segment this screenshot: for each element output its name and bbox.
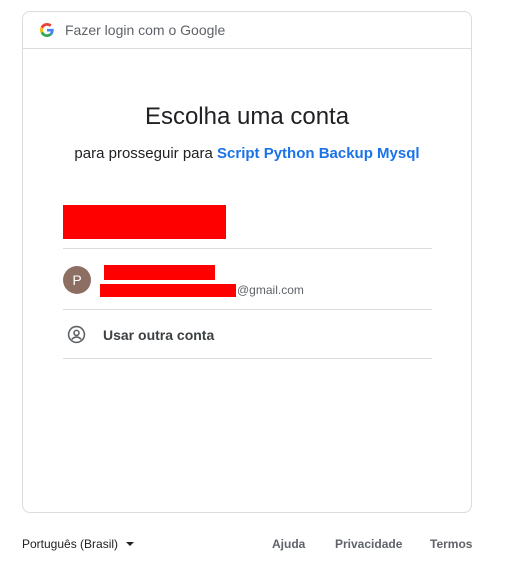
- language-label: Português (Brasil): [22, 537, 119, 551]
- login-card: Fazer login com o Google Escolha uma con…: [22, 11, 472, 513]
- card-header: Fazer login com o Google: [23, 12, 471, 49]
- account-list: P @gmail.com Usar outra conta: [63, 197, 432, 359]
- use-other-account-button[interactable]: Usar outra conta: [63, 310, 432, 359]
- google-g-icon: [40, 23, 54, 37]
- avatar: P: [63, 266, 91, 294]
- app-name-link[interactable]: Script Python Backup Mysql: [217, 145, 420, 162]
- use-other-account-label: Usar outra conta: [103, 327, 215, 343]
- footer: Português (Brasil) Ajuda Privacidade Ter…: [22, 537, 472, 555]
- email-domain: @gmail.com: [237, 283, 304, 297]
- subtitle: para prosseguir para Script Python Backu…: [23, 145, 471, 162]
- page-title: Escolha uma conta: [144, 103, 350, 130]
- account-circle-icon: [67, 325, 86, 344]
- header-title: Fazer login com o Google: [65, 22, 226, 38]
- account-item[interactable]: [63, 197, 432, 249]
- chevron-down-icon: [126, 542, 135, 546]
- help-link[interactable]: Ajuda: [272, 537, 305, 551]
- redacted-block: [63, 205, 226, 239]
- language-selector[interactable]: Português (Brasil): [22, 537, 135, 551]
- subtitle-prefix: para prosseguir para: [74, 145, 213, 162]
- account-item[interactable]: P @gmail.com: [63, 249, 432, 310]
- redacted-name: [104, 265, 215, 280]
- terms-link[interactable]: Termos: [430, 537, 472, 551]
- redacted-email: [100, 284, 236, 297]
- privacy-link[interactable]: Privacidade: [335, 537, 402, 551]
